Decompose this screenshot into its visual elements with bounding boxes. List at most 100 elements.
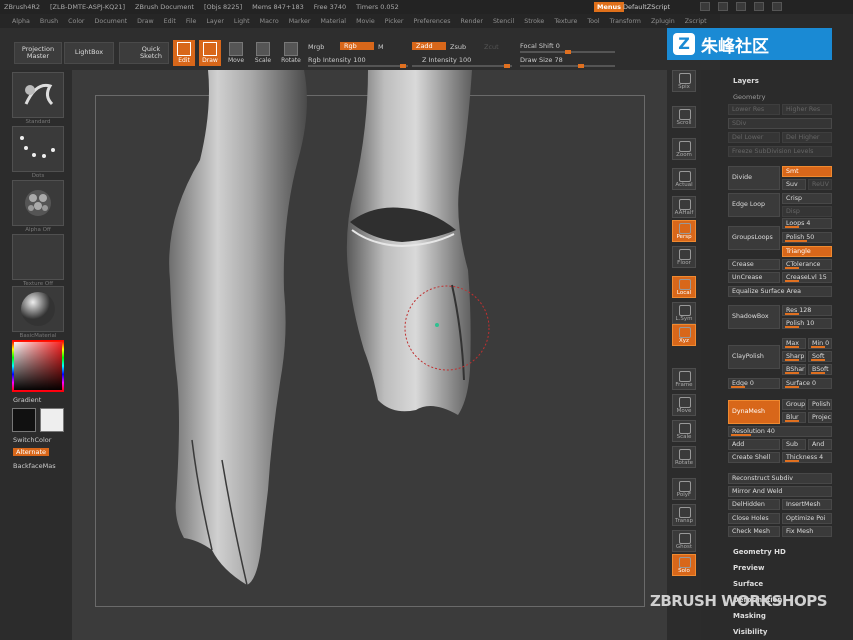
mirror-and-weld-button[interactable]: Mirror And Weld <box>728 486 832 497</box>
insertmesh-button[interactable]: InsertMesh <box>782 499 832 510</box>
rotate-button[interactable]: Rotate <box>280 40 302 66</box>
del-higher-button[interactable]: Del Higher <box>782 132 832 143</box>
min-slider[interactable]: Min 0 <box>808 338 832 349</box>
crisp-toggle[interactable]: Crisp <box>782 193 832 204</box>
bsharp-slider[interactable]: BShar <box>782 364 806 375</box>
transp-button[interactable]: Transp <box>672 504 696 526</box>
texture-thumbnail[interactable] <box>12 234 64 280</box>
left-leg-mesh[interactable] <box>169 70 307 585</box>
rotate-button[interactable]: Rotate <box>672 446 696 468</box>
edge-slider[interactable]: Edge 0 <box>728 378 780 389</box>
menu-picker[interactable]: Picker <box>385 18 404 25</box>
project-toggle[interactable]: Projec <box>808 412 832 423</box>
close-icon[interactable] <box>772 2 782 11</box>
menu-stroke[interactable]: Stroke <box>524 18 544 25</box>
persp-button[interactable]: Persp <box>672 220 696 242</box>
optimize-points-button[interactable]: Optimize Poi <box>782 513 832 524</box>
m-button[interactable]: M <box>378 43 384 51</box>
reuv-toggle[interactable]: ReUV <box>808 179 832 190</box>
menu-color[interactable]: Color <box>68 18 84 25</box>
menus-button[interactable]: Menus <box>594 2 625 12</box>
alternate-button[interactable]: Alternate <box>13 448 50 456</box>
zcut-button[interactable]: Zcut <box>484 43 499 51</box>
menu-edit[interactable]: Edit <box>164 18 176 25</box>
menu-file[interactable]: File <box>186 18 197 25</box>
menu-stencil[interactable]: Stencil <box>493 18 514 25</box>
sculpt-mesh-view[interactable] <box>72 70 667 640</box>
group-toggle[interactable]: Group <box>782 399 806 410</box>
surface-slider[interactable]: Surface 0 <box>782 378 832 389</box>
shadowbox-button[interactable]: ShadowBox <box>728 305 780 329</box>
divide-button[interactable]: Divide <box>728 166 780 190</box>
sub-button[interactable]: Sub <box>782 439 806 450</box>
menu-brush[interactable]: Brush <box>40 18 58 25</box>
scale-button[interactable]: Scale <box>252 40 274 66</box>
dynamesh-button[interactable]: DynaMesh <box>728 400 780 424</box>
help-icon[interactable] <box>700 2 710 11</box>
visibility-section[interactable]: Visibility <box>733 628 767 636</box>
menu-preferences[interactable]: Preferences <box>413 18 450 25</box>
equalize-surface-area-button[interactable]: Equalize Surface Area <box>728 286 832 297</box>
bsoft-slider[interactable]: BSoft <box>808 364 832 375</box>
preview-section[interactable]: Preview <box>733 564 765 572</box>
menu-draw[interactable]: Draw <box>137 18 153 25</box>
creaselvl-slider[interactable]: CreaseLvl 15 <box>782 272 832 283</box>
delhidden-button[interactable]: DelHidden <box>728 499 780 510</box>
freeze-subdiv-button[interactable]: Freeze SubDivision Levels <box>728 146 832 157</box>
rgb-button[interactable]: Rgb <box>340 42 374 50</box>
menu-render[interactable]: Render <box>461 18 483 25</box>
lsym-button[interactable]: L.Sym <box>672 302 696 324</box>
scroll-button[interactable]: Scroll <box>672 106 696 128</box>
polish-slider[interactable]: Polish 50 <box>782 232 832 243</box>
material-thumbnail[interactable] <box>12 286 64 332</box>
layout-icon[interactable] <box>718 2 728 11</box>
focal-shift-slider[interactable] <box>520 50 615 54</box>
geometry-section[interactable]: Geometry <box>733 93 765 101</box>
sharp-slider[interactable]: Sharp <box>782 351 806 362</box>
edit-button[interactable]: Edit <box>173 40 195 66</box>
draw-button[interactable]: Draw <box>199 40 221 66</box>
and-button[interactable]: And <box>808 439 832 450</box>
add-button[interactable]: Add <box>728 439 780 450</box>
menu-zscript[interactable]: Zscript <box>685 18 707 25</box>
switchcolor-button[interactable]: SwitchColor <box>13 436 51 444</box>
menu-movie[interactable]: Movie <box>356 18 375 25</box>
right-leg-mesh[interactable] <box>346 70 472 415</box>
hue-strip[interactable] <box>12 340 64 392</box>
backface-mask-button[interactable]: BackfaceMas <box>13 462 56 470</box>
menu-alpha[interactable]: Alpha <box>12 18 30 25</box>
ctolerance-slider[interactable]: CTolerance <box>782 259 832 270</box>
gradient-label[interactable]: Gradient <box>13 396 41 404</box>
fix-mesh-button[interactable]: Fix Mesh <box>782 526 832 537</box>
sdiv-slider[interactable]: SDiv <box>728 118 832 129</box>
higher-res-button[interactable]: Higher Res <box>782 104 832 115</box>
disp-toggle[interactable]: Disp <box>782 206 832 217</box>
layers-section[interactable]: Layers <box>733 77 759 85</box>
move-button[interactable]: Move <box>225 40 247 66</box>
maximize-icon[interactable] <box>754 2 764 11</box>
quick-sketch-button[interactable]: Quick Sketch <box>119 42 169 64</box>
masking-section[interactable]: Masking <box>733 612 766 620</box>
shadowbox-res-slider[interactable]: Res 128 <box>782 305 832 316</box>
create-shell-button[interactable]: Create Shell <box>728 452 780 463</box>
suv-toggle[interactable]: Suv <box>782 179 806 190</box>
lightbox-button[interactable]: LightBox <box>64 42 114 64</box>
geometry-hd-section[interactable]: Geometry HD <box>733 548 786 556</box>
edge-loop-button[interactable]: Edge Loop <box>728 193 780 217</box>
projection-master-button[interactable]: Projection Master <box>14 42 62 64</box>
surface-section[interactable]: Surface <box>733 580 763 588</box>
groups-loops-button[interactable]: GroupsLoops <box>728 226 780 250</box>
del-lower-button[interactable]: Del Lower <box>728 132 780 143</box>
loops-slider[interactable]: Loops 4 <box>782 218 832 229</box>
aahalf-button[interactable]: AAHalf <box>672 196 696 218</box>
spix-button[interactable]: Spix <box>672 70 696 92</box>
floor-button[interactable]: Floor <box>672 246 696 268</box>
menu-transform[interactable]: Transform <box>610 18 641 25</box>
menu-texture[interactable]: Texture <box>554 18 577 25</box>
menu-marker[interactable]: Marker <box>289 18 311 25</box>
max-slider[interactable]: Max <box>782 338 806 349</box>
menu-light[interactable]: Light <box>234 18 250 25</box>
mrgb-button[interactable]: Mrgb <box>308 43 324 51</box>
stroke-thumbnail[interactable] <box>12 126 64 172</box>
menu-document[interactable]: Document <box>95 18 128 25</box>
